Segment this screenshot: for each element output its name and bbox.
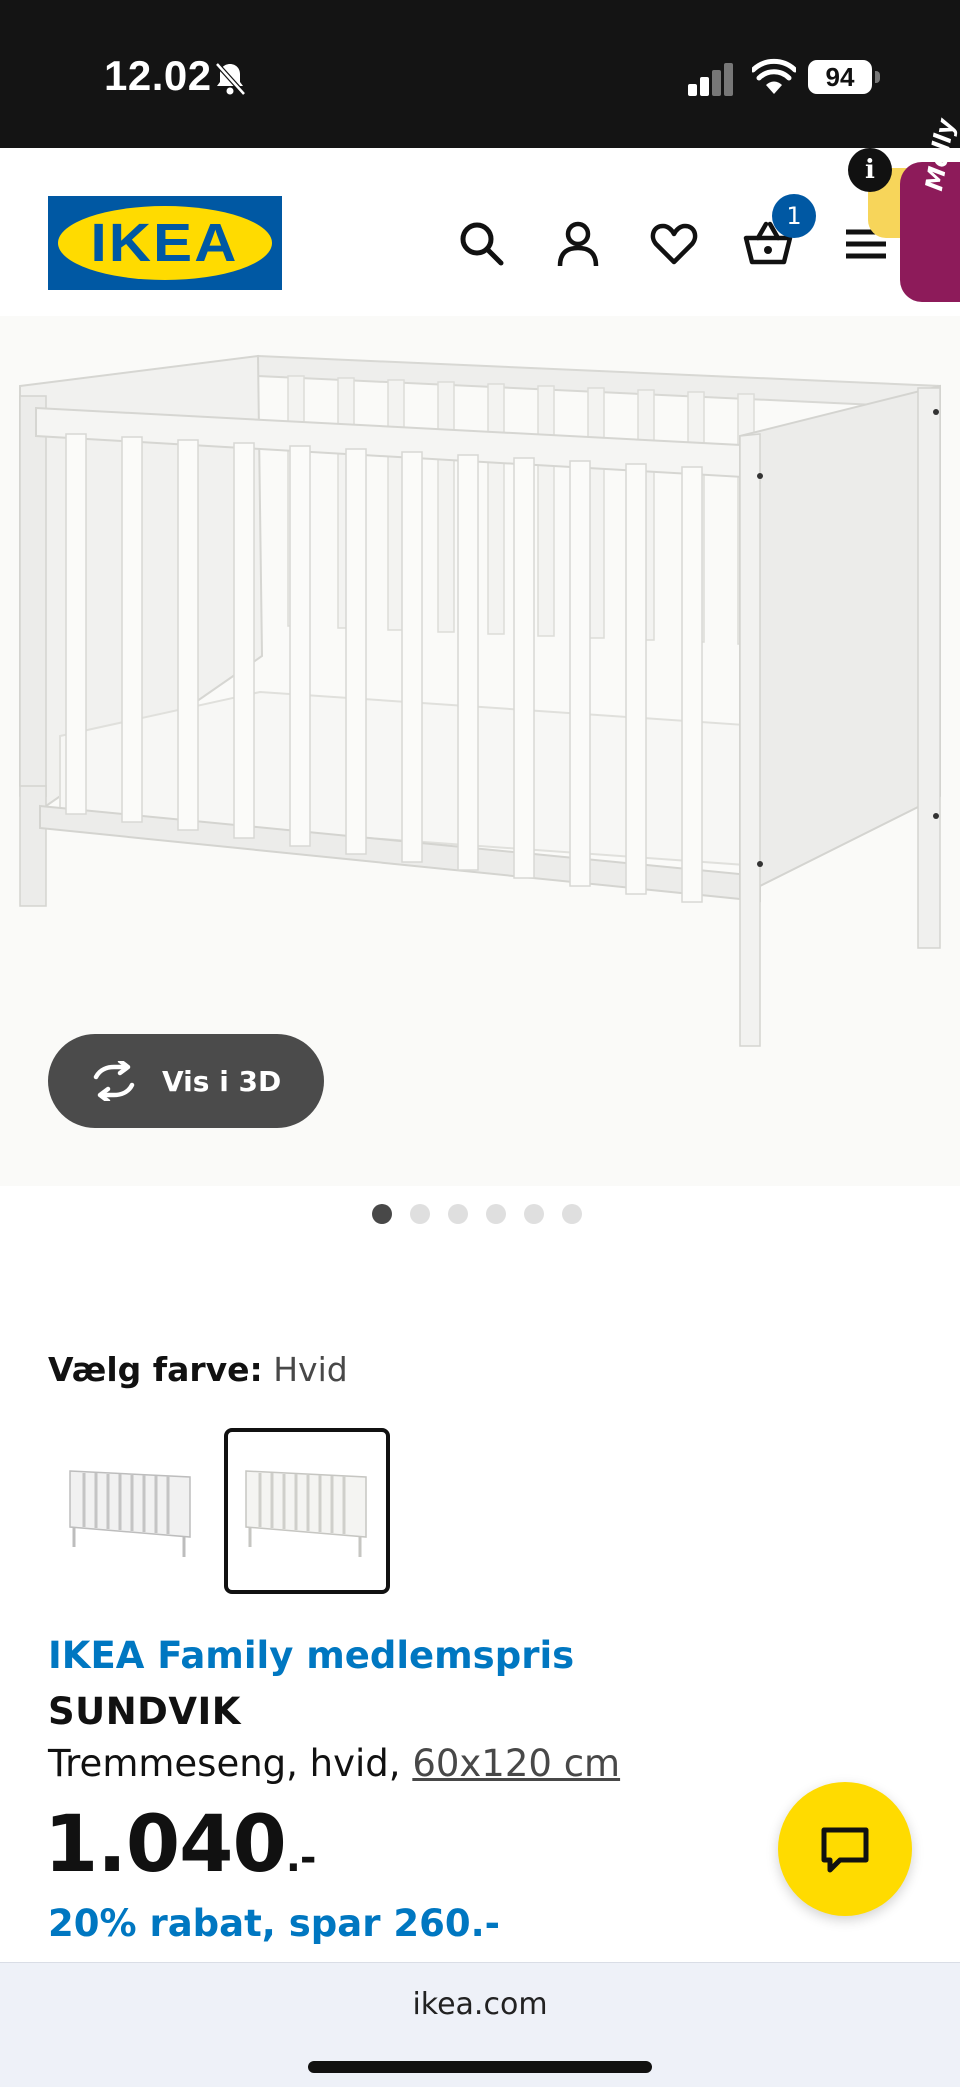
color-selector-label: Vælg farve: Hvid	[48, 1350, 348, 1389]
search-icon[interactable]	[456, 218, 508, 270]
gallery-dot[interactable]	[524, 1204, 544, 1224]
bell-off-icon	[215, 62, 246, 96]
logo-oval: IKEA	[58, 206, 272, 280]
gallery-dot[interactable]	[410, 1204, 430, 1224]
size-link[interactable]: 60x120 cm	[412, 1742, 620, 1785]
product-type: Tremmeseng, hvid,	[48, 1742, 401, 1785]
logo-text: IKEA	[91, 213, 239, 273]
wifi-icon	[752, 58, 796, 94]
ikea-logo[interactable]: IKEA	[48, 196, 282, 290]
gallery-pagination	[372, 1204, 582, 1224]
product-name: SUNDVIK	[48, 1690, 241, 1733]
family-price-label: IKEA Family medlemspris	[48, 1634, 575, 1677]
product-page: 12.02 94 IKEA 1 Molly i Vis i 3D Vælg fa…	[0, 0, 960, 2087]
chat-button[interactable]	[778, 1782, 912, 1916]
chat-icon	[821, 1827, 869, 1873]
product-price: 1.040.-	[44, 1800, 317, 1890]
cart-count-badge: 1	[772, 194, 816, 238]
crib-thumbnail	[245, 1470, 367, 1557]
price-suffix: .-	[285, 1835, 317, 1881]
signal-icon	[688, 63, 733, 96]
home-indicator[interactable]	[308, 2061, 652, 2073]
gallery-dot[interactable]	[486, 1204, 506, 1224]
price-value: 1.040	[44, 1800, 287, 1890]
heart-icon[interactable]	[648, 218, 700, 270]
discount-text: 20% rabat, spar 260.-	[48, 1902, 500, 1945]
gallery-dot[interactable]	[372, 1204, 392, 1224]
view-3d-label: Vis i 3D	[162, 1064, 282, 1098]
rotate-3d-icon	[93, 1061, 135, 1101]
site-header: IKEA 1 Molly i	[0, 117, 960, 316]
gallery-dot[interactable]	[448, 1204, 468, 1224]
browser-address-bar[interactable]: ikea.com	[0, 1962, 960, 2087]
view-3d-button[interactable]: Vis i 3D	[48, 1034, 324, 1128]
profile-icon[interactable]	[552, 218, 604, 270]
gallery-dot[interactable]	[562, 1204, 582, 1224]
color-label: Vælg farve:	[48, 1350, 263, 1389]
url-text[interactable]: ikea.com	[0, 1987, 960, 2022]
product-description: Tremmeseng, hvid, 60x120 cm	[48, 1742, 620, 1785]
color-value: Hvid	[273, 1350, 348, 1389]
color-swatch[interactable]	[48, 1428, 214, 1594]
status-time: 12.02	[104, 52, 212, 99]
info-button[interactable]: i	[848, 148, 892, 192]
battery-indicator: 94	[808, 60, 880, 94]
crib-thumbnail	[69, 1470, 191, 1557]
status-bar: 12.02 94	[0, 0, 960, 148]
color-swatch-selected[interactable]	[224, 1428, 390, 1594]
